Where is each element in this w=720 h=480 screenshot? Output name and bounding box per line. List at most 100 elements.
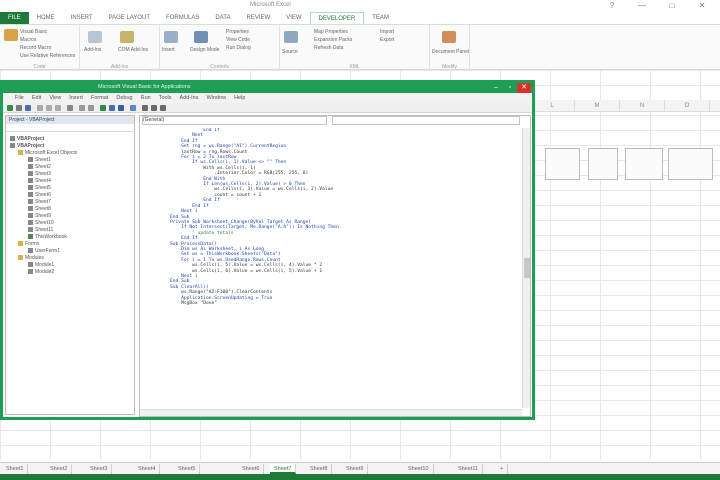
menu-run[interactable]: Run — [137, 93, 155, 103]
menu-edit[interactable]: Edit — [28, 93, 45, 103]
tree-node[interactable]: Module2 — [28, 269, 54, 276]
close-icon[interactable]: ✕ — [690, 0, 714, 12]
code-window[interactable]: (General) End If Next End If Set rng = w… — [139, 115, 531, 417]
tree-node[interactable]: Sheet2 — [28, 164, 51, 171]
paste-icon[interactable] — [55, 105, 61, 111]
tree-node[interactable]: Forms — [18, 241, 39, 248]
column-header[interactable]: M — [575, 100, 620, 112]
menu-format[interactable]: Format — [87, 93, 112, 103]
tree-node[interactable]: VBAProject — [10, 143, 45, 150]
tree-node[interactable]: ThisWorkbook — [28, 234, 67, 241]
tab-formulas[interactable]: FORMULAS — [158, 12, 207, 24]
table-header-cell[interactable] — [588, 148, 618, 180]
menu-insert[interactable]: Insert — [65, 93, 87, 103]
save-icon[interactable] — [25, 105, 31, 111]
sheet-tab[interactable]: Sheet7 — [270, 464, 297, 474]
addins-icon[interactable] — [88, 31, 102, 43]
project-explorer[interactable]: Project - VBAProject VBAProject VBAProje… — [5, 115, 135, 415]
add-sheet-button[interactable]: + — [496, 464, 509, 474]
table-header-cell[interactable] — [625, 148, 663, 180]
design-mode-icon[interactable] — [194, 31, 208, 43]
menu-tools[interactable]: Tools — [155, 93, 176, 103]
menu-debug[interactable]: Debug — [112, 93, 136, 103]
tab-page-layout[interactable]: PAGE LAYOUT — [101, 12, 158, 24]
map-properties-button[interactable]: Map Properties — [314, 29, 348, 35]
object-dropdown[interactable]: (General) — [142, 116, 327, 125]
com-addins-button[interactable]: COM Add-Ins — [118, 47, 148, 53]
column-header[interactable]: O — [665, 100, 710, 112]
column-header[interactable]: N — [620, 100, 665, 112]
menu-window[interactable]: Window — [203, 93, 231, 103]
tree-node[interactable]: Sheet3 — [28, 171, 51, 178]
tab-file[interactable]: FILE — [0, 12, 29, 24]
tab-developer[interactable]: DEVELOPER — [309, 12, 365, 24]
document-panel-button[interactable]: Document Panel — [432, 49, 469, 55]
relative-references-button[interactable]: Use Relative References — [20, 53, 75, 59]
tree-node[interactable]: Sheet9 — [28, 213, 51, 220]
project-explorer-icon[interactable] — [142, 105, 148, 111]
code-line[interactable]: MsgBox "Done" — [170, 301, 522, 306]
cut-icon[interactable] — [37, 105, 43, 111]
addins-button[interactable]: Add-Ins — [84, 47, 101, 53]
tree-node[interactable]: VBAProject — [10, 136, 45, 143]
tree-node[interactable]: Modules — [18, 255, 44, 262]
reset-icon[interactable] — [118, 105, 124, 111]
vba-close-icon[interactable]: ✕ — [517, 83, 531, 93]
tree-node[interactable]: Microsoft Excel Objects — [18, 150, 77, 157]
vba-minimize-icon[interactable]: – — [489, 83, 503, 93]
sheet-tab[interactable]: Sheet9 — [342, 464, 369, 474]
tree-node[interactable]: Sheet5 — [28, 185, 51, 192]
sheet-tab[interactable]: Sheet1 — [2, 464, 29, 474]
maximize-icon[interactable]: □ — [660, 0, 684, 12]
sheet-tab[interactable]: Sheet4 — [134, 464, 161, 474]
break-icon[interactable] — [109, 105, 115, 111]
minimize-icon[interactable]: — — [630, 0, 654, 12]
insert-control-button[interactable]: Insert — [162, 47, 175, 53]
macros-button[interactable]: Macros — [20, 37, 36, 43]
find-icon[interactable] — [67, 105, 73, 111]
code-editor[interactable]: End If Next End If Set rng = ws.Range("A… — [140, 128, 522, 408]
redo-icon[interactable] — [88, 105, 94, 111]
menu-addins[interactable]: Add-Ins — [176, 93, 203, 103]
vba-maximize-icon[interactable]: ▫ — [503, 83, 517, 93]
tree-node[interactable]: Sheet7 — [28, 199, 51, 206]
source-button[interactable]: Source — [282, 49, 298, 55]
refresh-data-button[interactable]: Refresh Data — [314, 45, 343, 51]
insert-control-icon[interactable] — [164, 31, 178, 43]
procedure-dropdown[interactable] — [332, 116, 520, 125]
view-code-button[interactable]: View Code — [226, 37, 250, 43]
document-panel-icon[interactable] — [442, 31, 456, 43]
properties-window-icon[interactable] — [151, 105, 157, 111]
tab-team[interactable]: TEAM — [364, 12, 397, 24]
visual-basic-button[interactable]: Visual Basic — [20, 29, 47, 35]
sheet-tab[interactable]: Sheet11 — [454, 464, 484, 474]
run-icon[interactable] — [100, 105, 106, 111]
sheet-tab[interactable]: Sheet10 — [404, 464, 434, 474]
table-header-cell[interactable] — [668, 148, 713, 180]
sheet-tab[interactable]: Sheet2 — [46, 464, 73, 474]
view-excel-icon[interactable] — [7, 105, 13, 111]
undo-icon[interactable] — [79, 105, 85, 111]
code-vertical-scrollbar[interactable] — [522, 128, 530, 408]
design-mode-icon[interactable] — [130, 105, 136, 111]
column-header[interactable]: L — [530, 100, 575, 112]
tree-node[interactable]: UserForm1 — [28, 248, 60, 255]
sheet-tab[interactable]: Sheet8 — [306, 464, 333, 474]
sheet-tab[interactable]: Sheet6 — [238, 464, 265, 474]
tab-home[interactable]: HOME — [29, 12, 63, 24]
code-horizontal-scrollbar[interactable] — [140, 409, 522, 416]
tree-node[interactable]: Module1 — [28, 262, 54, 269]
vba-title-bar[interactable]: Microsoft Visual Basic for Applications … — [3, 83, 532, 93]
copy-icon[interactable] — [46, 105, 52, 111]
menu-file[interactable]: File — [11, 93, 28, 103]
com-addins-icon[interactable] — [120, 31, 134, 43]
tree-node[interactable]: Sheet1 — [28, 157, 51, 164]
help-icon[interactable]: ? — [600, 0, 624, 12]
sheet-tab[interactable]: Sheet5 — [174, 464, 201, 474]
tree-node[interactable]: Sheet4 — [28, 178, 51, 185]
tree-node[interactable]: Sheet11 — [28, 227, 53, 234]
menu-view[interactable]: View — [45, 93, 65, 103]
tab-insert[interactable]: INSERT — [63, 12, 101, 24]
table-header-cell[interactable] — [545, 148, 580, 180]
run-dialog-button[interactable]: Run Dialog — [226, 45, 251, 51]
